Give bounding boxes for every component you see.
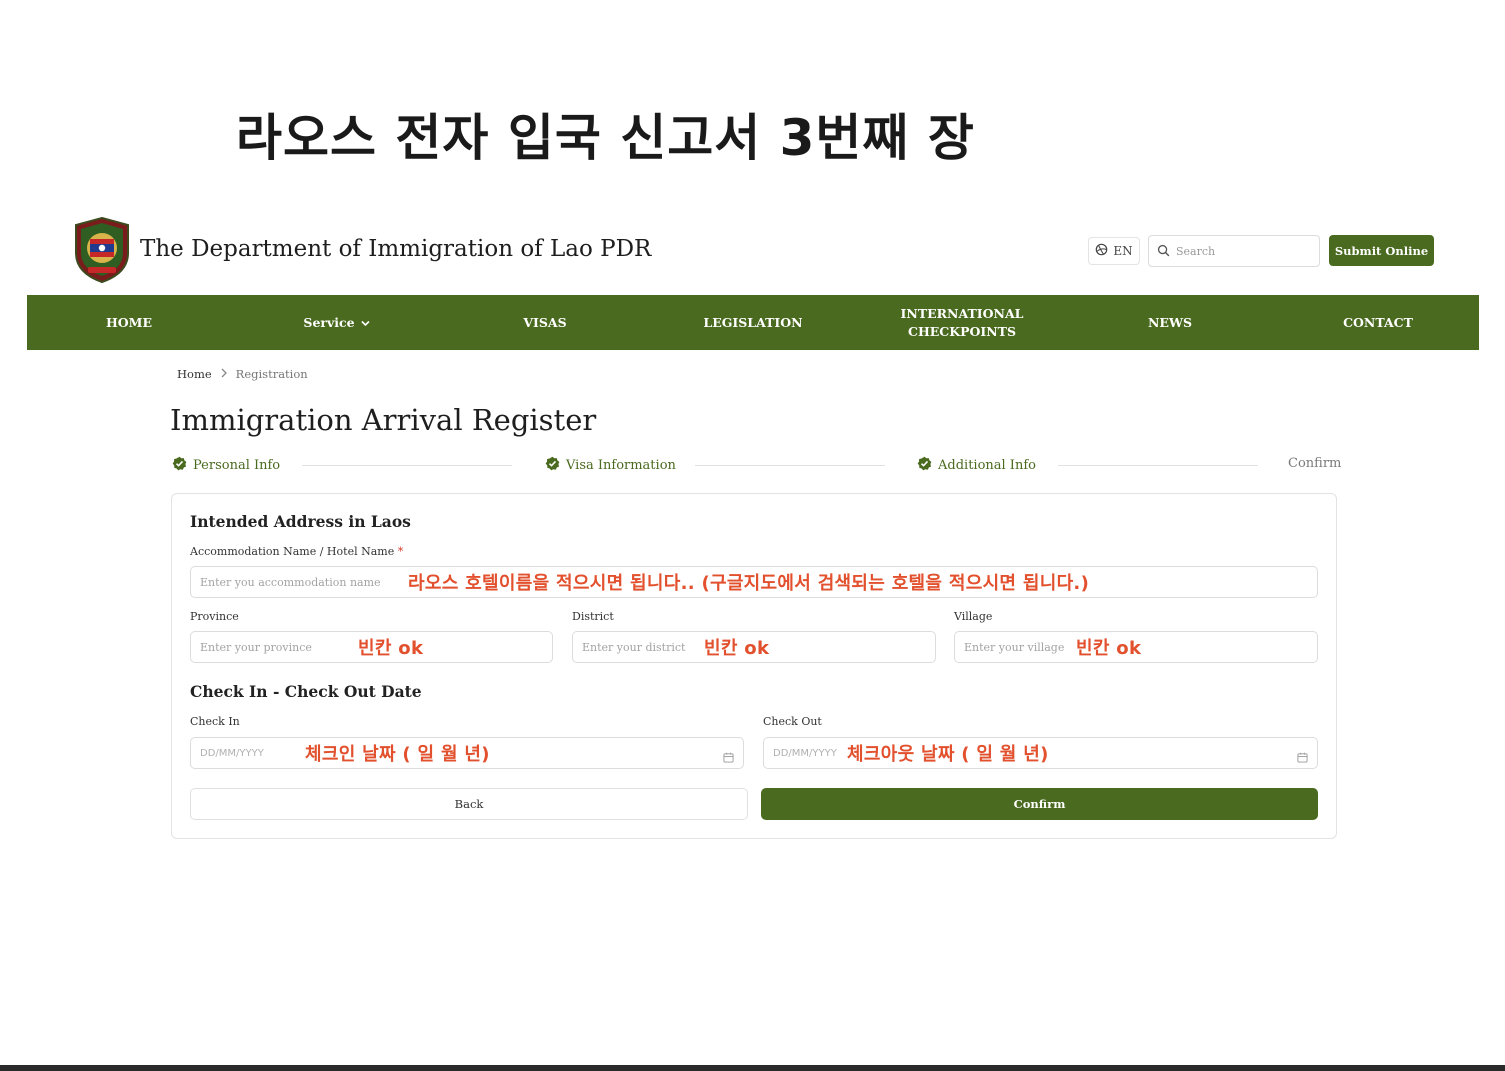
nav-intl-line1: INTERNATIONAL [900,305,1024,321]
nav-contact[interactable]: CONTACT [1343,295,1413,350]
step-connector [1058,465,1258,466]
breadcrumb: Home Registration [177,367,308,381]
breadcrumb-current: Registration [235,367,308,381]
site-name[interactable]: The Department of Immigration of Lao PDR [140,236,651,262]
accommodation-label-text: Accommodation Name / Hotel Name [190,545,395,558]
page-title: Immigration Arrival Register [170,403,597,437]
back-button[interactable]: Back [190,788,748,820]
accommodation-annotation: 라오스 호텔이름을 적으시면 됩니다.. (구글지도에서 검색되는 호텔을 적으… [408,573,1090,594]
calendar-icon[interactable] [723,748,734,767]
language-label: EN [1113,244,1133,258]
step-visa-information: Visa Information [545,456,676,475]
nav-service-label: Service [303,314,355,330]
accommodation-input[interactable]: Enter you accommodation name 라오스 호텔이름을 적… [190,566,1318,598]
checkout-label: Check Out [763,715,822,728]
search-icon [1157,242,1170,261]
checkin-annotation: 체크인 날짜 ( 일 월 년) [305,744,490,765]
globe-icon [1095,243,1108,259]
breadcrumb-home[interactable]: Home [177,367,212,381]
submit-online-button[interactable]: Submit Online [1329,235,1434,266]
checkin-date-input[interactable]: DD/MM/YYYY 체크인 날짜 ( 일 월 년) [190,737,744,769]
required-mark: * [397,545,404,558]
province-placeholder: Enter your province [200,640,312,654]
accommodation-label: Accommodation Name / Hotel Name * [190,545,403,558]
search-box[interactable] [1148,235,1320,267]
province-annotation: 빈칸 ok [358,638,424,659]
province-label: Province [190,610,239,623]
accommodation-placeholder: Enter you accommodation name [200,575,381,589]
check-badge-icon [917,456,932,475]
checkout-date-input[interactable]: DD/MM/YYYY 체크아웃 날짜 ( 일 월 년) [763,737,1318,769]
checkin-label: Check In [190,715,240,728]
village-annotation: 빈칸 ok [1076,638,1142,659]
checkin-placeholder: DD/MM/YYYY [200,747,264,759]
nav-intl-line2: CHECKPOINTS [907,323,1016,339]
step-confirm: Confirm [1288,456,1341,471]
step-connector [695,465,885,466]
step-label: Additional Info [938,458,1036,473]
section-check-dates: Check In - Check Out Date [190,682,422,701]
step-label: Personal Info [193,458,281,473]
checkout-placeholder: DD/MM/YYYY [773,747,837,759]
step-label: Confirm [1288,456,1342,471]
section-intended-address: Intended Address in Laos [190,512,411,531]
check-badge-icon [172,456,187,475]
check-badge-icon [545,456,560,475]
slide-title: 라오스 전자 입국 신고서 3번째 장 [236,109,975,167]
district-input[interactable]: Enter your district 빈칸 ok [572,631,936,663]
chevron-right-icon [220,367,228,381]
language-selector[interactable]: EN [1088,237,1140,265]
search-input[interactable] [1176,244,1306,258]
step-connector [302,465,512,466]
confirm-button[interactable]: Confirm [761,788,1318,820]
district-label: District [572,610,614,623]
department-logo-icon[interactable] [74,216,130,284]
village-placeholder: Enter your village [964,640,1065,654]
nav-legislation[interactable]: LEGISLATION [703,295,802,350]
step-label: Visa Information [566,458,676,473]
calendar-icon[interactable] [1297,748,1308,767]
chevron-down-icon [361,314,371,332]
nav-service[interactable]: Service [303,295,370,350]
village-input[interactable]: Enter your village 빈칸 ok [954,631,1318,663]
nav-home[interactable]: HOME [106,295,152,350]
province-input[interactable]: Enter your province 빈칸 ok [190,631,553,663]
bottom-edge-bar [0,1065,1505,1071]
checkout-annotation: 체크아웃 날짜 ( 일 월 년) [847,744,1049,765]
district-annotation: 빈칸 ok [704,638,770,659]
main-navigation: HOME Service VISAS LEGISLATION INTERNATI… [27,295,1479,350]
nav-visas[interactable]: VISAS [523,295,566,350]
village-label: Village [954,610,993,623]
nav-international-checkpoints[interactable]: INTERNATIONAL CHECKPOINTS [901,295,1024,350]
nav-news[interactable]: NEWS [1148,295,1192,350]
district-placeholder: Enter your district [582,640,686,654]
step-personal-info: Personal Info [172,456,280,475]
step-additional-info: Additional Info [917,456,1036,475]
